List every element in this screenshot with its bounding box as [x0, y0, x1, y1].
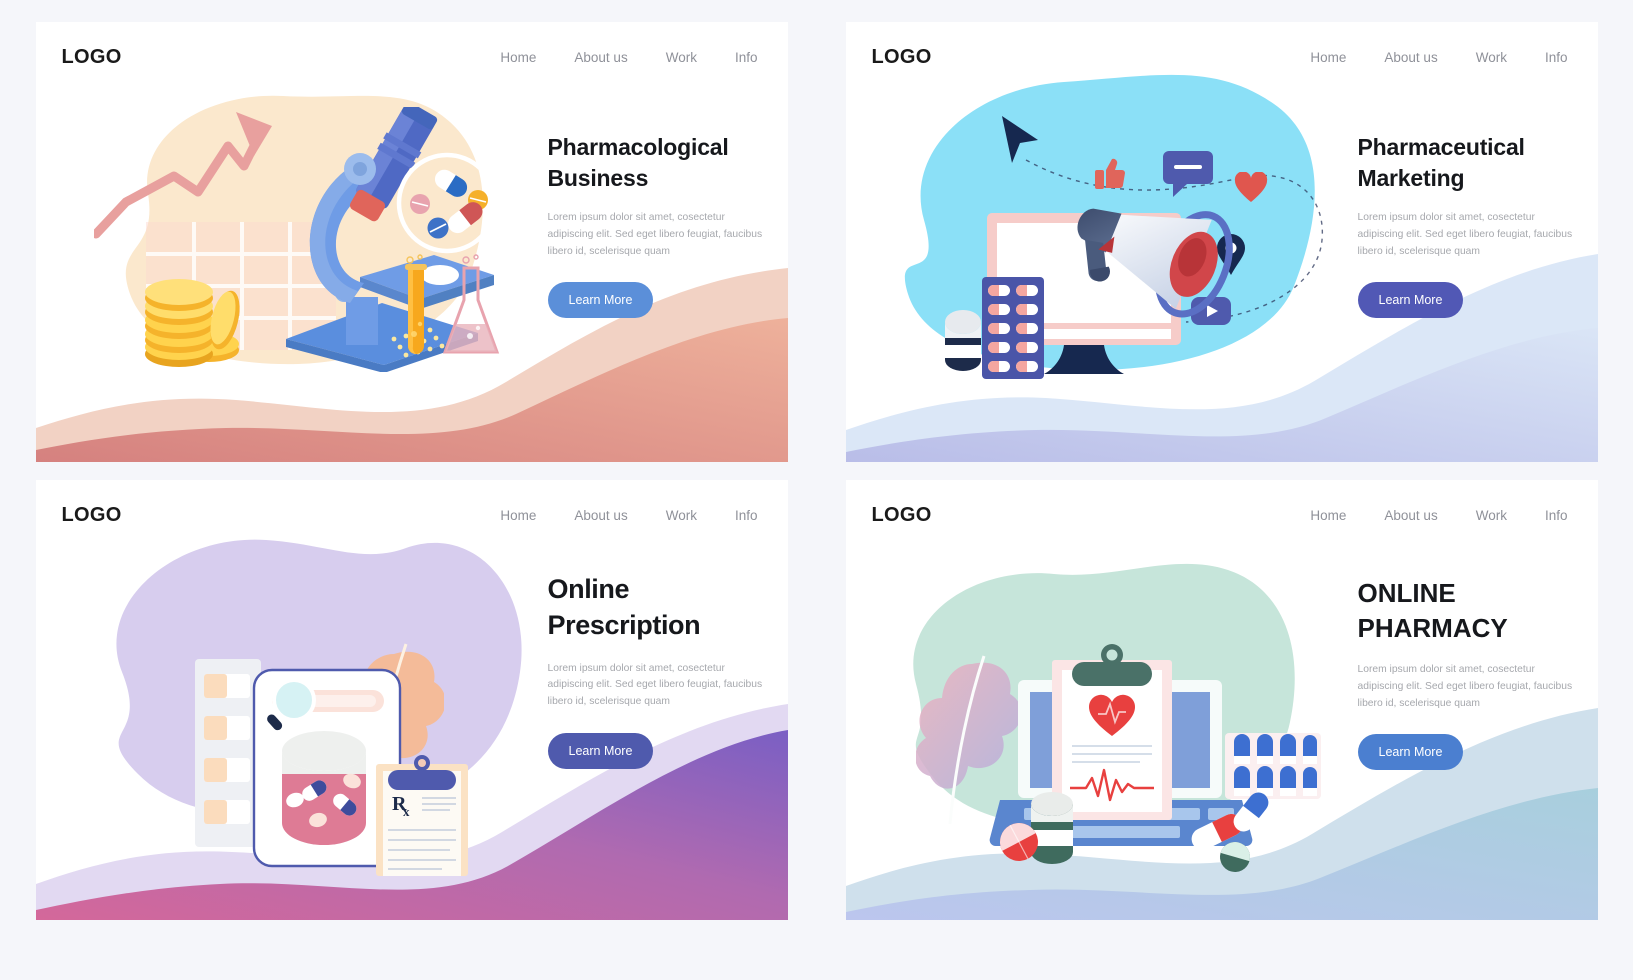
- capsule-icon-2: [1233, 792, 1268, 832]
- banner-grid: LOGO Home About us Work Info Pharmacolog…: [0, 0, 1633, 980]
- card-pharmaceutical-marketing: LOGO Home About us Work Info Pharmaceuti…: [845, 22, 1598, 462]
- title-line-2: Business: [547, 164, 649, 191]
- card-online-prescription: R x LOGO Home About us Work Info Online …: [35, 480, 788, 920]
- blister-pack-icon: [981, 277, 1044, 379]
- rx-clipboard-icon: R x: [375, 755, 468, 876]
- nav-links: Home About us Work Info: [500, 508, 757, 523]
- learn-more-button[interactable]: Learn More: [1357, 734, 1464, 771]
- nav-item-info[interactable]: Info: [735, 50, 758, 65]
- title-line-2: Prescription: [547, 609, 701, 640]
- nav-links: Home About us Work Info: [1310, 508, 1567, 523]
- svg-text:x: x: [403, 804, 410, 819]
- hero-copy: ONLINE PHARMACY Lorem ipsum dolor sit am…: [1357, 576, 1578, 771]
- hero-copy: Online Prescription Lorem ipsum dolor si…: [547, 572, 768, 769]
- learn-more-button[interactable]: Learn More: [1357, 282, 1464, 319]
- logo[interactable]: LOGO: [62, 46, 122, 69]
- nav-item-info[interactable]: Info: [735, 508, 758, 523]
- coin-stack-icon: [144, 279, 240, 367]
- page-title: Online Prescription: [548, 572, 768, 644]
- learn-more-button[interactable]: Learn More: [547, 732, 654, 769]
- title-line-1: Pharmaceutical: [1357, 134, 1525, 160]
- thumbs-up-icon: [1094, 158, 1125, 189]
- card-online-pharmacy: LOGO Home About us Work Info ONLINE PHAR…: [845, 480, 1598, 920]
- nav-links: Home About us Work Info: [1310, 50, 1567, 65]
- nav-item-work[interactable]: Work: [666, 508, 697, 523]
- page-title: Pharmaceutical Marketing: [1358, 132, 1578, 193]
- logo[interactable]: LOGO: [62, 504, 122, 527]
- title-line-2: PHARMACY: [1357, 612, 1508, 643]
- nav-item-work[interactable]: Work: [1476, 508, 1507, 523]
- hero-copy: Pharmaceutical Marketing Lorem ipsum dol…: [1357, 132, 1578, 319]
- navbar: LOGO Home About us Work Info: [36, 480, 788, 550]
- nav-item-home[interactable]: Home: [1310, 508, 1346, 523]
- hero-description: Lorem ipsum dolor sit amet, cosectetur a…: [547, 662, 763, 708]
- pill-jar-icon: [944, 310, 981, 371]
- tablet-icon-2: [1219, 842, 1250, 872]
- nav-item-home[interactable]: Home: [500, 508, 536, 523]
- nav-item-info[interactable]: Info: [1545, 50, 1568, 65]
- title-line-1: Online: [547, 574, 630, 604]
- title-line-1: ONLINE: [1357, 578, 1456, 608]
- cursor-arrow-icon: [1001, 116, 1038, 163]
- title-line-2: Marketing: [1357, 164, 1465, 191]
- hero-copy: Pharmacological Business Lorem ipsum dol…: [547, 132, 768, 319]
- nav-item-about-us[interactable]: About us: [574, 508, 627, 523]
- page-title: Pharmacological Business: [548, 132, 768, 193]
- magnifier-icon: [266, 678, 316, 731]
- card-pharmacological-business: LOGO Home About us Work Info Pharmacolog…: [35, 22, 788, 462]
- nav-item-home[interactable]: Home: [500, 50, 536, 65]
- nav-item-about-us[interactable]: About us: [574, 50, 627, 65]
- learn-more-button[interactable]: Learn More: [547, 282, 654, 319]
- petri-dish-icon: [396, 152, 497, 254]
- nav-item-about-us[interactable]: About us: [1384, 508, 1437, 523]
- page-title: ONLINE PHARMACY: [1358, 576, 1578, 645]
- navbar: LOGO Home About us Work Info: [846, 22, 1598, 92]
- hero-description: Lorem ipsum dolor sit amet, cosectetur a…: [1357, 212, 1573, 257]
- title-line-1: Pharmacological: [547, 134, 729, 160]
- nav-item-about-us[interactable]: About us: [1384, 50, 1437, 65]
- nav-item-work[interactable]: Work: [1476, 50, 1507, 65]
- navbar: LOGO Home About us Work Info: [36, 22, 788, 92]
- hero-description: Lorem ipsum dolor sit amet, cosectetur a…: [547, 212, 763, 257]
- nav-item-info[interactable]: Info: [1545, 508, 1568, 523]
- hero-description: Lorem ipsum dolor sit amet, cosectetur a…: [1357, 664, 1573, 709]
- megaphone-icon: [1077, 208, 1233, 318]
- nav-item-work[interactable]: Work: [666, 50, 697, 65]
- tablet-icon: [999, 823, 1038, 861]
- nav-item-home[interactable]: Home: [1310, 50, 1346, 65]
- logo[interactable]: LOGO: [872, 504, 932, 527]
- logo[interactable]: LOGO: [872, 46, 932, 69]
- nav-links: Home About us Work Info: [500, 50, 757, 65]
- flask-icon: [442, 254, 499, 354]
- test-tube-icon: [404, 254, 427, 354]
- navbar: LOGO Home About us Work Info: [846, 480, 1598, 550]
